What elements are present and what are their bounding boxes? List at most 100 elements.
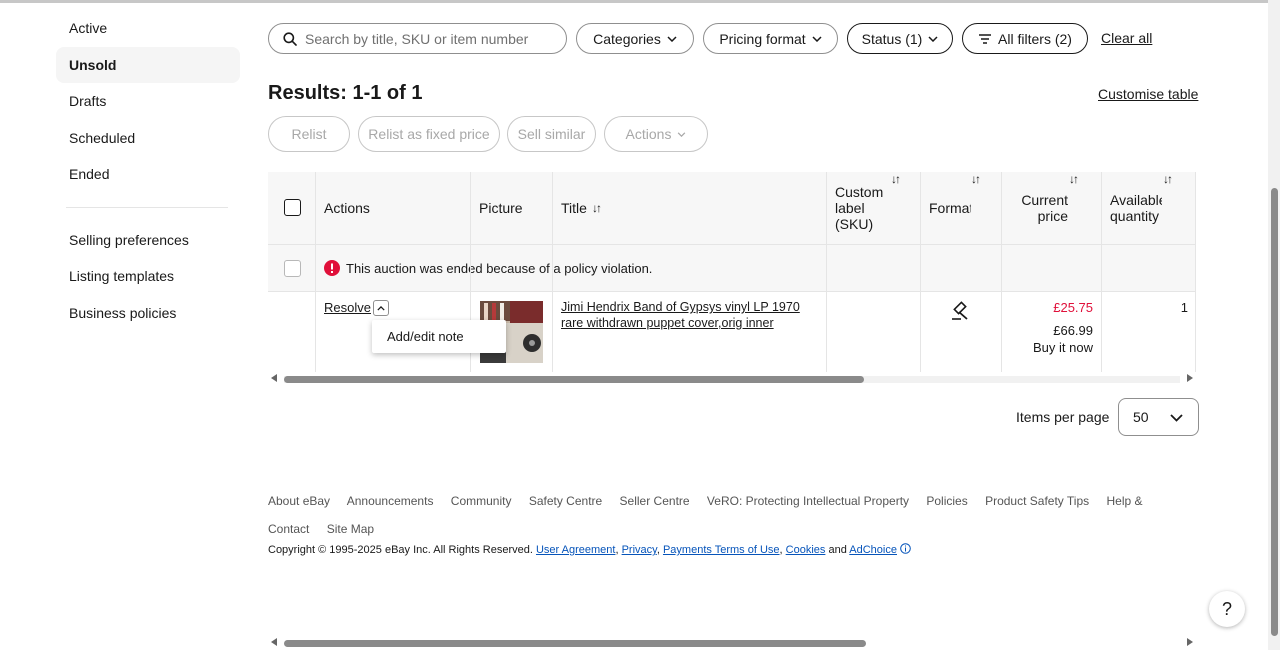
sidebar-item-drafts[interactable]: Drafts xyxy=(56,83,240,120)
column-header-format-label: Format xyxy=(929,200,974,216)
current-bid-price: £25.75 xyxy=(1053,300,1093,315)
footer-link-product-safety[interactable]: Product Safety Tips xyxy=(985,494,1089,508)
error-icon xyxy=(324,260,340,276)
page-horizontal-scrollbar[interactable] xyxy=(268,637,1196,649)
column-header-actions: Actions xyxy=(324,200,370,216)
footer-link-announcements[interactable]: Announcements xyxy=(347,494,434,508)
pricing-format-filter-label: Pricing format xyxy=(719,30,806,47)
info-icon xyxy=(900,543,911,554)
copyright-text: Copyright © 1995-2025 eBay Inc. All Righ… xyxy=(268,544,533,556)
footer-link-vero[interactable]: VeRO: Protecting Intellectual Property xyxy=(707,494,909,508)
status-filter-label: Status (1) xyxy=(861,30,923,47)
user-agreement-link[interactable]: User Agreement xyxy=(536,544,615,556)
scrollbar-thumb[interactable] xyxy=(284,376,864,383)
select-all-checkbox[interactable] xyxy=(284,199,301,216)
sidebar-item-scheduled[interactable]: Scheduled xyxy=(56,120,240,157)
scrollbar-thumb[interactable] xyxy=(1271,188,1278,636)
sidebar-item-listing-templates[interactable]: Listing templates xyxy=(56,258,240,295)
pricing-format-filter-button[interactable]: Pricing format xyxy=(703,23,838,54)
help-button[interactable]: ? xyxy=(1209,591,1245,627)
footer-link-community[interactable]: Community xyxy=(451,494,512,508)
table-row: Resolve Add/edit note Jimi Hendrix Band … xyxy=(268,291,1196,372)
items-per-page-select[interactable]: 50 xyxy=(1118,398,1199,436)
top-divider xyxy=(0,0,1280,3)
table-header: Actions Picture Title ↓↑ Custom label (S… xyxy=(268,172,1196,244)
chevron-up-icon xyxy=(377,305,385,311)
sidebar-item-business-policies[interactable]: Business policies xyxy=(56,295,240,332)
footer-link-about[interactable]: About eBay xyxy=(268,494,330,508)
scroll-left-arrow-icon[interactable] xyxy=(271,374,277,382)
sidebar-item-selling-preferences[interactable]: Selling preferences xyxy=(56,222,240,259)
column-header-custom-label[interactable]: Custom label (SKU) xyxy=(835,172,895,244)
copyright-notice: Copyright © 1995-2025 eBay Inc. All Righ… xyxy=(268,543,911,556)
footer-link-site-map[interactable]: Site Map xyxy=(327,522,374,536)
scroll-right-arrow-icon[interactable] xyxy=(1187,374,1193,382)
sort-icon: ↓↑ xyxy=(591,201,602,215)
column-header-title[interactable]: Title ↓↑ xyxy=(561,172,821,244)
sidebar-divider xyxy=(66,206,228,208)
column-header-current-price-label: Current price xyxy=(1021,192,1068,224)
column-header-current-price[interactable]: Current price xyxy=(1010,172,1068,244)
footer-links: About eBay Announcements Community Safet… xyxy=(268,487,1178,543)
copyright-and: and xyxy=(828,544,847,556)
relist-button[interactable]: Relist xyxy=(268,116,350,152)
actions-dropdown-button[interactable]: Actions xyxy=(604,116,708,152)
sell-similar-button[interactable]: Sell similar xyxy=(507,116,596,152)
customise-table-link[interactable]: Customise table xyxy=(1098,86,1198,102)
status-filter-button[interactable]: Status (1) xyxy=(847,23,953,54)
categories-filter-label: Categories xyxy=(593,30,661,47)
listing-title-link[interactable]: Jimi Hendrix Band of Gypsys vinyl LP 197… xyxy=(561,299,816,331)
chevron-down-icon xyxy=(667,35,677,42)
buy-it-now-price: £66.99 xyxy=(1053,323,1093,338)
column-header-custom-label-text: Custom label (SKU) xyxy=(835,184,884,232)
add-edit-note-menu-item[interactable]: Add/edit note xyxy=(387,329,464,344)
chevron-down-icon xyxy=(1170,414,1183,422)
items-per-page-value: 50 xyxy=(1133,409,1149,425)
column-header-title-label: Title xyxy=(561,200,587,216)
privacy-link[interactable]: Privacy xyxy=(622,544,657,556)
footer-link-policies[interactable]: Policies xyxy=(926,494,967,508)
column-header-available-quantity-label: Available quantity xyxy=(1110,192,1162,224)
search-icon xyxy=(283,31,297,46)
sidebar-item-unsold[interactable]: Unsold xyxy=(56,46,240,83)
available-quantity: 1 xyxy=(1180,300,1188,315)
all-filters-label: All filters (2) xyxy=(998,30,1072,47)
sort-icon[interactable]: ↓↑ xyxy=(1069,172,1079,244)
column-header-picture: Picture xyxy=(479,200,523,216)
adchoice-link[interactable]: AdChoice xyxy=(849,544,897,556)
results-summary: Results: 1-1 of 1 xyxy=(268,82,423,104)
relist-fixed-price-button[interactable]: Relist as fixed price xyxy=(358,116,500,152)
all-filters-button[interactable]: All filters (2) xyxy=(962,23,1088,54)
cookies-link[interactable]: Cookies xyxy=(786,544,826,556)
chevron-down-icon xyxy=(928,35,938,42)
chevron-down-icon xyxy=(812,35,822,42)
column-header-available-quantity[interactable]: Available quantity xyxy=(1110,172,1162,244)
clear-all-link[interactable]: Clear all xyxy=(1101,30,1152,46)
footer-link-seller-centre[interactable]: Seller Centre xyxy=(620,494,690,508)
row-checkbox[interactable] xyxy=(284,260,301,277)
chevron-down-icon xyxy=(678,131,686,137)
filter-icon xyxy=(979,33,992,44)
scrollbar-thumb[interactable] xyxy=(284,640,866,647)
page-vertical-scrollbar[interactable] xyxy=(1268,0,1280,650)
scroll-left-arrow-icon[interactable] xyxy=(271,638,277,646)
categories-filter-button[interactable]: Categories xyxy=(576,23,694,54)
sidebar-item-ended[interactable]: Ended xyxy=(56,156,240,193)
footer-link-safety-centre[interactable]: Safety Centre xyxy=(529,494,602,508)
sort-icon[interactable]: ↓↑ xyxy=(891,172,901,244)
sidebar-item-active[interactable]: Active xyxy=(56,10,240,47)
scroll-right-arrow-icon[interactable] xyxy=(1187,638,1193,646)
search-box[interactable] xyxy=(268,23,567,54)
payments-terms-link[interactable]: Payments Terms of Use xyxy=(663,544,780,556)
row-actions-toggle[interactable] xyxy=(373,300,389,316)
actions-dropdown-label: Actions xyxy=(625,126,672,142)
listings-table: Actions Picture Title ↓↑ Custom label (S… xyxy=(268,172,1196,372)
sort-icon[interactable]: ↓↑ xyxy=(971,172,981,244)
search-input[interactable] xyxy=(305,30,555,47)
table-horizontal-scrollbar[interactable] xyxy=(268,373,1196,385)
resolve-link[interactable]: Resolve xyxy=(324,300,371,315)
sort-icon[interactable]: ↓↑ xyxy=(1163,172,1173,244)
policy-violation-row: This auction was ended because of a poli… xyxy=(268,244,1196,291)
auction-gavel-icon xyxy=(952,301,968,320)
row-actions-menu: Add/edit note xyxy=(372,320,506,353)
